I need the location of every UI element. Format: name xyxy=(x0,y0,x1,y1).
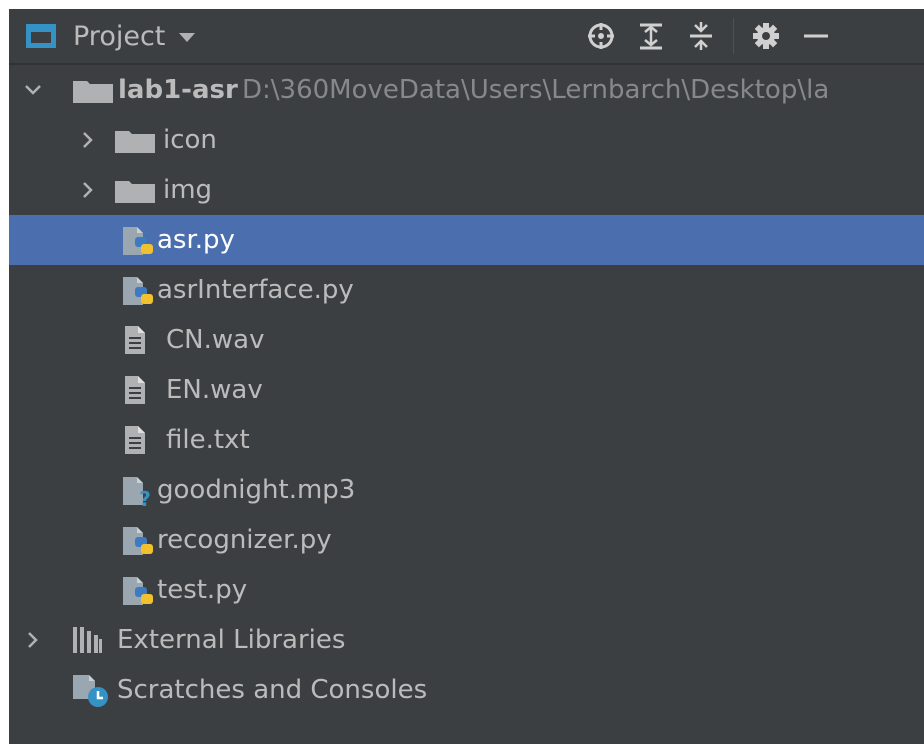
collapse-all-icon xyxy=(690,22,712,50)
project-tree: lab1-asr D:\360MoveData\Users\Lernbarch\… xyxy=(9,65,924,715)
project-view-label: Project xyxy=(73,20,166,52)
chevron-right-icon[interactable] xyxy=(78,180,98,200)
target-icon xyxy=(588,23,614,49)
folder-icon xyxy=(115,181,155,203)
tree-row-file[interactable]: CN.wav xyxy=(9,315,924,365)
file-label: asrInterface.py xyxy=(157,275,354,305)
folder-icon xyxy=(73,81,113,103)
file-label: EN.wav xyxy=(166,375,263,405)
scratches-label: Scratches and Consoles xyxy=(117,675,428,705)
tree-row-file[interactable]: EN.wav xyxy=(9,365,924,415)
python-file-icon xyxy=(123,577,153,605)
python-file-icon xyxy=(123,277,153,305)
collapse-all-button[interactable] xyxy=(683,18,719,54)
tree-row-file[interactable]: file.txt xyxy=(9,415,924,465)
unknown-file-icon: ? xyxy=(123,477,151,509)
chevron-down-icon[interactable] xyxy=(23,80,43,100)
file-label: CN.wav xyxy=(166,325,265,355)
python-file-icon xyxy=(123,527,153,555)
hide-button[interactable] xyxy=(798,18,834,54)
gear-icon xyxy=(753,23,779,49)
library-icon xyxy=(73,627,102,653)
folder-icon xyxy=(115,131,155,153)
project-window-icon xyxy=(26,24,56,48)
select-opened-file-button[interactable] xyxy=(583,18,619,54)
folder-label: img xyxy=(163,175,213,205)
tree-row-file-selected[interactable]: asr.py xyxy=(9,215,924,265)
chevron-right-icon[interactable] xyxy=(78,130,98,150)
tree-row-file[interactable]: asrInterface.py xyxy=(9,265,924,315)
text-file-icon xyxy=(125,426,145,454)
expand-all-button[interactable] xyxy=(633,18,669,54)
file-label: asr.py xyxy=(157,225,235,255)
settings-button[interactable] xyxy=(748,18,784,54)
toolbar-separator xyxy=(733,18,734,54)
minimize-icon xyxy=(804,34,828,38)
folder-label: icon xyxy=(163,125,217,155)
file-label: recognizer.py xyxy=(157,525,332,555)
text-file-icon xyxy=(125,326,145,354)
file-label: test.py xyxy=(157,575,248,605)
svg-text:?: ? xyxy=(139,487,151,509)
dropdown-caret-icon xyxy=(179,33,196,42)
tree-row-external-libraries[interactable]: External Libraries xyxy=(9,615,924,665)
text-file-icon xyxy=(125,376,145,404)
chevron-right-icon[interactable] xyxy=(23,630,43,650)
tree-row-root[interactable]: lab1-asr D:\360MoveData\Users\Lernbarch\… xyxy=(9,65,924,115)
tree-row-file[interactable]: recognizer.py xyxy=(9,515,924,565)
expand-all-icon xyxy=(640,23,662,50)
root-project-path: D:\360MoveData\Users\Lernbarch\Desktop\l… xyxy=(242,75,830,105)
project-view-selector[interactable]: Project xyxy=(26,18,196,54)
tool-window-header: Project xyxy=(9,9,924,65)
scratches-icon xyxy=(73,675,108,707)
tree-row-file[interactable]: test.py xyxy=(9,565,924,615)
file-label: goodnight.mp3 xyxy=(157,475,356,505)
tree-row-scratches[interactable]: Scratches and Consoles xyxy=(9,665,924,715)
file-label: file.txt xyxy=(166,425,250,455)
tree-row-folder[interactable]: icon xyxy=(9,115,924,165)
tree-row-folder[interactable]: img xyxy=(9,165,924,215)
external-libraries-label: External Libraries xyxy=(117,625,346,655)
project-tool-window: Project lab1-asr D:\360MoveData\Users\Le… xyxy=(9,9,924,744)
header-toolbar xyxy=(583,18,834,54)
python-file-icon xyxy=(123,227,153,255)
root-project-name: lab1-asr xyxy=(118,75,238,105)
tree-row-file[interactable]: ? goodnight.mp3 xyxy=(9,465,924,515)
